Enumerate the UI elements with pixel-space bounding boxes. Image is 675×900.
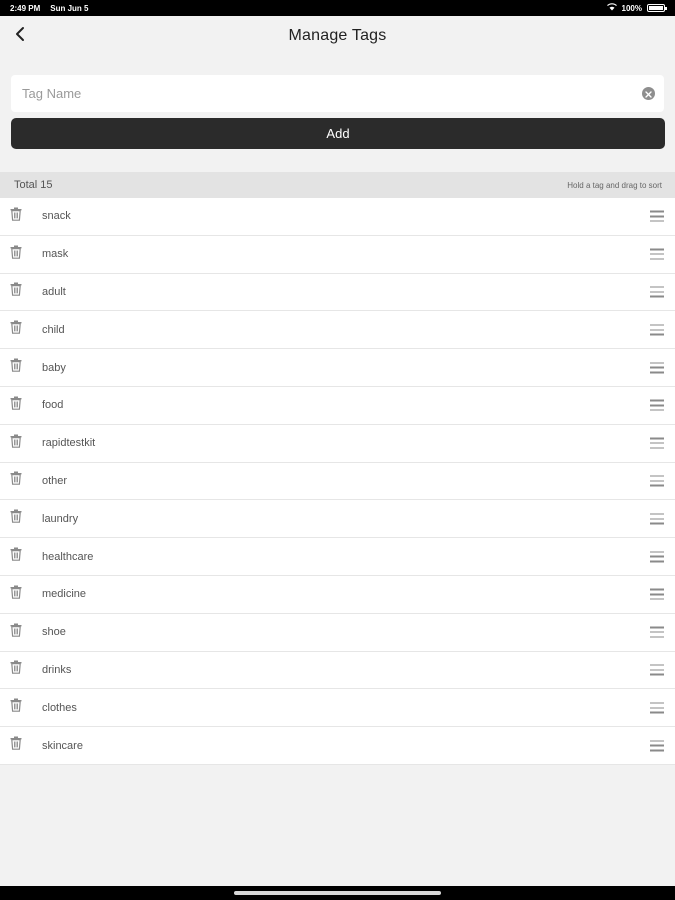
delete-tag-button[interactable]	[9, 660, 23, 679]
tag-name: medicine	[42, 588, 87, 601]
trash-icon	[10, 207, 22, 226]
trash-icon	[10, 698, 22, 717]
tag-name: other	[42, 474, 68, 487]
drag-handle-icon[interactable]	[650, 362, 664, 374]
drag-handle-icon[interactable]	[650, 588, 664, 600]
status-bar: 2:49 PM Sun Jun 5 100%	[0, 0, 675, 16]
trash-icon	[10, 547, 22, 566]
tag-row[interactable]: mask	[0, 235, 675, 274]
drag-handle-icon[interactable]	[650, 626, 664, 638]
tag-name: drinks	[42, 663, 72, 676]
tag-name: healthcare	[42, 550, 94, 563]
clear-circle-icon	[645, 85, 652, 103]
clear-input-button[interactable]	[642, 87, 655, 100]
drag-handle-icon[interactable]	[650, 551, 664, 563]
delete-tag-button[interactable]	[9, 736, 23, 755]
tag-row[interactable]: adult	[0, 273, 675, 312]
bottom-bar	[0, 886, 675, 900]
drag-handle-icon[interactable]	[650, 475, 664, 487]
add-button[interactable]: Add	[11, 118, 665, 149]
tag-name: skincare	[42, 739, 83, 752]
delete-tag-button[interactable]	[9, 585, 23, 604]
delete-tag-button[interactable]	[9, 245, 23, 264]
delete-tag-button[interactable]	[9, 358, 23, 377]
tag-name: laundry	[42, 512, 79, 525]
tag-row[interactable]: baby	[0, 349, 675, 387]
drag-handle-icon[interactable]	[650, 210, 664, 222]
home-indicator[interactable]	[234, 891, 441, 895]
delete-tag-button[interactable]	[9, 207, 23, 226]
drag-handle-icon[interactable]	[650, 702, 664, 714]
tag-name: baby	[42, 361, 66, 374]
sort-hint: Hold a tag and drag to sort	[567, 180, 662, 190]
total-count: Total 15	[14, 179, 53, 191]
trash-icon	[10, 623, 22, 642]
delete-tag-button[interactable]	[9, 471, 23, 490]
chevron-left-icon	[15, 26, 25, 47]
list-header: Total 15 Hold a tag and drag to sort	[0, 172, 675, 198]
delete-tag-button[interactable]	[9, 320, 23, 339]
tag-row[interactable]: medicine	[0, 575, 675, 614]
tag-name: snack	[42, 210, 71, 223]
tag-list: snack mask adult child baby food rapidtestkit o…	[0, 198, 675, 765]
tag-row[interactable]: skincare	[0, 727, 675, 765]
tag-row[interactable]: healthcare	[0, 538, 675, 576]
back-button[interactable]	[6, 20, 34, 52]
drag-handle-icon[interactable]	[650, 513, 664, 525]
trash-icon	[10, 245, 22, 264]
tag-name-input[interactable]	[11, 75, 642, 112]
trash-icon	[10, 471, 22, 490]
tag-row[interactable]: other	[0, 462, 675, 501]
battery-percent: 100%	[621, 3, 642, 13]
nav-bar: Manage Tags	[0, 16, 675, 56]
tag-name: rapidtestkit	[42, 437, 96, 450]
trash-icon	[10, 282, 22, 301]
trash-icon	[10, 434, 22, 453]
trash-icon	[10, 509, 22, 528]
tag-name: food	[42, 399, 64, 412]
delete-tag-button[interactable]	[9, 698, 23, 717]
drag-handle-icon[interactable]	[650, 248, 664, 260]
tag-input-container	[11, 75, 664, 112]
drag-handle-icon[interactable]	[650, 740, 664, 752]
tag-name: shoe	[42, 626, 66, 639]
delete-tag-button[interactable]	[9, 623, 23, 642]
drag-handle-icon[interactable]	[650, 286, 664, 298]
delete-tag-button[interactable]	[9, 509, 23, 528]
drag-handle-icon[interactable]	[650, 664, 664, 676]
delete-tag-button[interactable]	[9, 547, 23, 566]
drag-handle-icon[interactable]	[650, 324, 664, 336]
tag-row[interactable]: snack	[0, 198, 675, 236]
tag-row[interactable]: clothes	[0, 689, 675, 728]
drag-handle-icon[interactable]	[650, 437, 664, 449]
trash-icon	[10, 660, 22, 679]
tag-row[interactable]: rapidtestkit	[0, 424, 675, 463]
trash-icon	[10, 396, 22, 415]
tag-row[interactable]: food	[0, 386, 675, 425]
trash-icon	[10, 358, 22, 377]
tag-row[interactable]: laundry	[0, 500, 675, 539]
delete-tag-button[interactable]	[9, 282, 23, 301]
drag-handle-icon[interactable]	[650, 399, 664, 411]
wifi-icon	[606, 3, 617, 13]
status-time: 2:49 PM	[10, 3, 41, 13]
tag-name: mask	[42, 248, 69, 261]
delete-tag-button[interactable]	[9, 434, 23, 453]
delete-tag-button[interactable]	[9, 396, 23, 415]
tag-name: child	[42, 323, 65, 336]
status-date: Sun Jun 5	[50, 3, 89, 13]
trash-icon	[10, 585, 22, 604]
status-right: 100%	[606, 3, 667, 13]
tag-row[interactable]: shoe	[0, 613, 675, 652]
battery-icon	[647, 4, 667, 12]
tag-row[interactable]: child	[0, 311, 675, 350]
page-title: Manage Tags	[288, 27, 387, 44]
tag-name: clothes	[42, 701, 77, 714]
trash-icon	[10, 736, 22, 755]
trash-icon	[10, 320, 22, 339]
tag-name: adult	[42, 285, 66, 298]
tag-row[interactable]: drinks	[0, 651, 675, 690]
